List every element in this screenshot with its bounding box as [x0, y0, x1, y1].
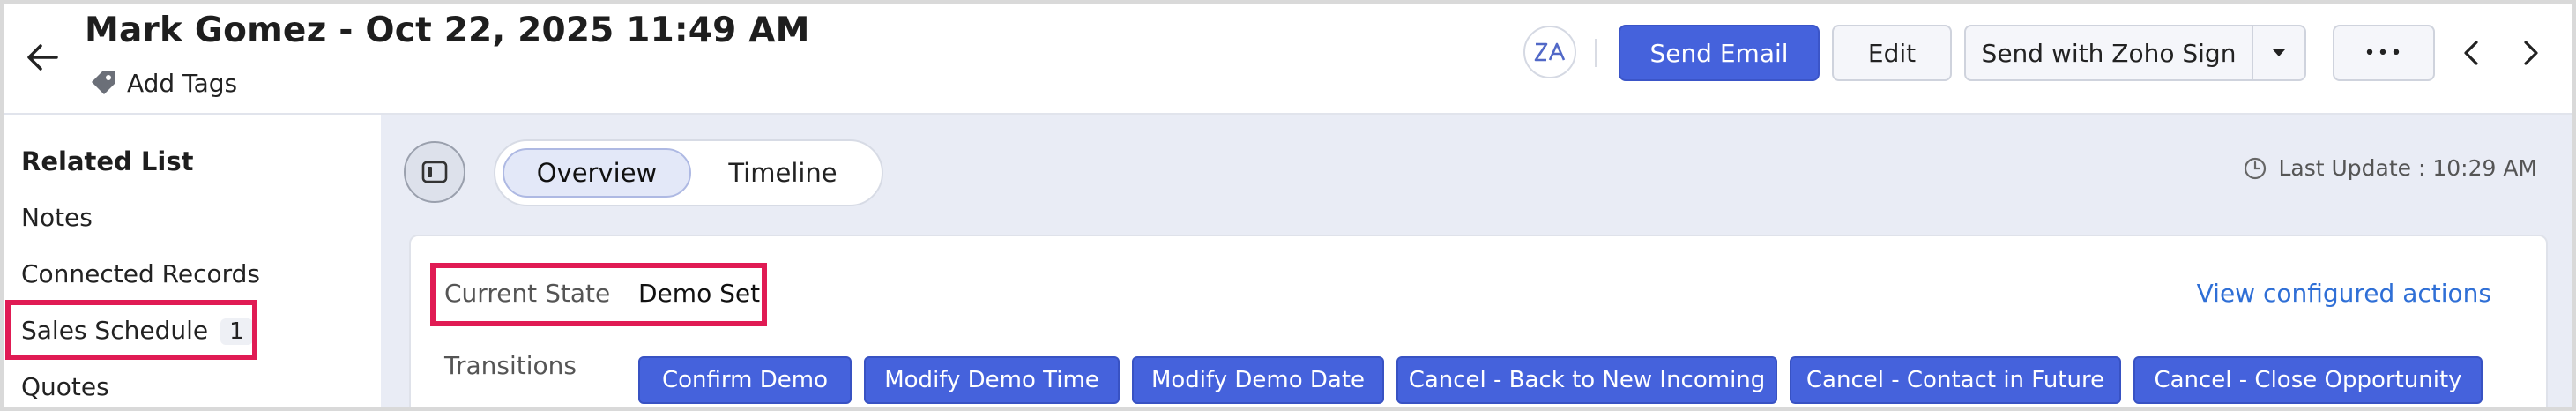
last-update-text: Last Update : 10:29 AM	[2278, 155, 2537, 181]
send-with-zoho-sign-button[interactable]: Send with Zoho Sign	[1964, 25, 2253, 81]
transition-cancel-contact-in-future-button[interactable]: Cancel - Contact in Future	[1790, 356, 2121, 404]
view-tabs: Overview Timeline	[494, 139, 883, 206]
sidebar-item-quotes[interactable]: Quotes	[21, 372, 109, 401]
highlight-box	[5, 300, 257, 360]
related-list-sidebar: Related List Notes Connected Records Sal…	[4, 115, 379, 407]
edit-button[interactable]: Edit	[1832, 25, 1952, 81]
blueprint-card: Current State Demo Set View configured a…	[409, 235, 2548, 407]
transition-confirm-demo-button[interactable]: Confirm Demo	[638, 356, 852, 404]
caret-down-icon	[2273, 49, 2285, 56]
transition-cancel-back-to-new-incoming-button[interactable]: Cancel - Back to New Incoming	[1396, 356, 1777, 404]
view-configured-actions-link[interactable]: View configured actions	[2197, 279, 2491, 308]
related-list-heading: Related List	[21, 146, 194, 176]
record-detail-window: Mark Gomez - Oct 22, 2025 11:49 AM Add T…	[4, 4, 2572, 407]
zia-icon[interactable]	[1523, 26, 1576, 78]
tab-timeline[interactable]: Timeline	[695, 148, 871, 198]
add-tags-label: Add Tags	[127, 68, 238, 98]
transition-modify-demo-time-button[interactable]: Modify Demo Time	[864, 356, 1120, 404]
tag-icon	[92, 71, 115, 94]
back-arrow-icon[interactable]	[21, 35, 65, 79]
zia-logo-icon	[1534, 42, 1566, 62]
main-content: Overview Timeline Last Update : 10:29 AM…	[381, 115, 2572, 407]
add-tags-button[interactable]: Add Tags	[88, 65, 237, 101]
tab-overview[interactable]: Overview	[503, 148, 691, 198]
clock-icon	[2245, 157, 2267, 179]
last-update: Last Update : 10:29 AM	[2243, 155, 2537, 181]
more-actions-button[interactable]: •••	[2333, 25, 2435, 81]
zoho-sign-dropdown-button[interactable]	[2252, 25, 2306, 81]
send-email-button[interactable]: Send Email	[1619, 25, 1820, 81]
sidebar-item-connected-records[interactable]: Connected Records	[21, 259, 260, 288]
highlight-box	[430, 263, 767, 326]
record-header: Mark Gomez - Oct 22, 2025 11:49 AM Add T…	[4, 4, 2572, 115]
previous-record-icon[interactable]	[2454, 35, 2490, 71]
panel-toggle-button[interactable]	[404, 141, 465, 203]
record-title: Mark Gomez - Oct 22, 2025 11:49 AM	[85, 11, 810, 50]
transitions-label: Transitions	[444, 351, 577, 380]
transition-modify-demo-date-button[interactable]: Modify Demo Date	[1132, 356, 1384, 404]
sidebar-panel-icon	[421, 161, 448, 183]
transition-cancel-close-opportunity-button[interactable]: Cancel - Close Opportunity	[2133, 356, 2483, 404]
next-record-icon[interactable]	[2513, 35, 2548, 71]
divider	[1595, 39, 1597, 67]
sidebar-item-notes[interactable]: Notes	[21, 203, 93, 232]
